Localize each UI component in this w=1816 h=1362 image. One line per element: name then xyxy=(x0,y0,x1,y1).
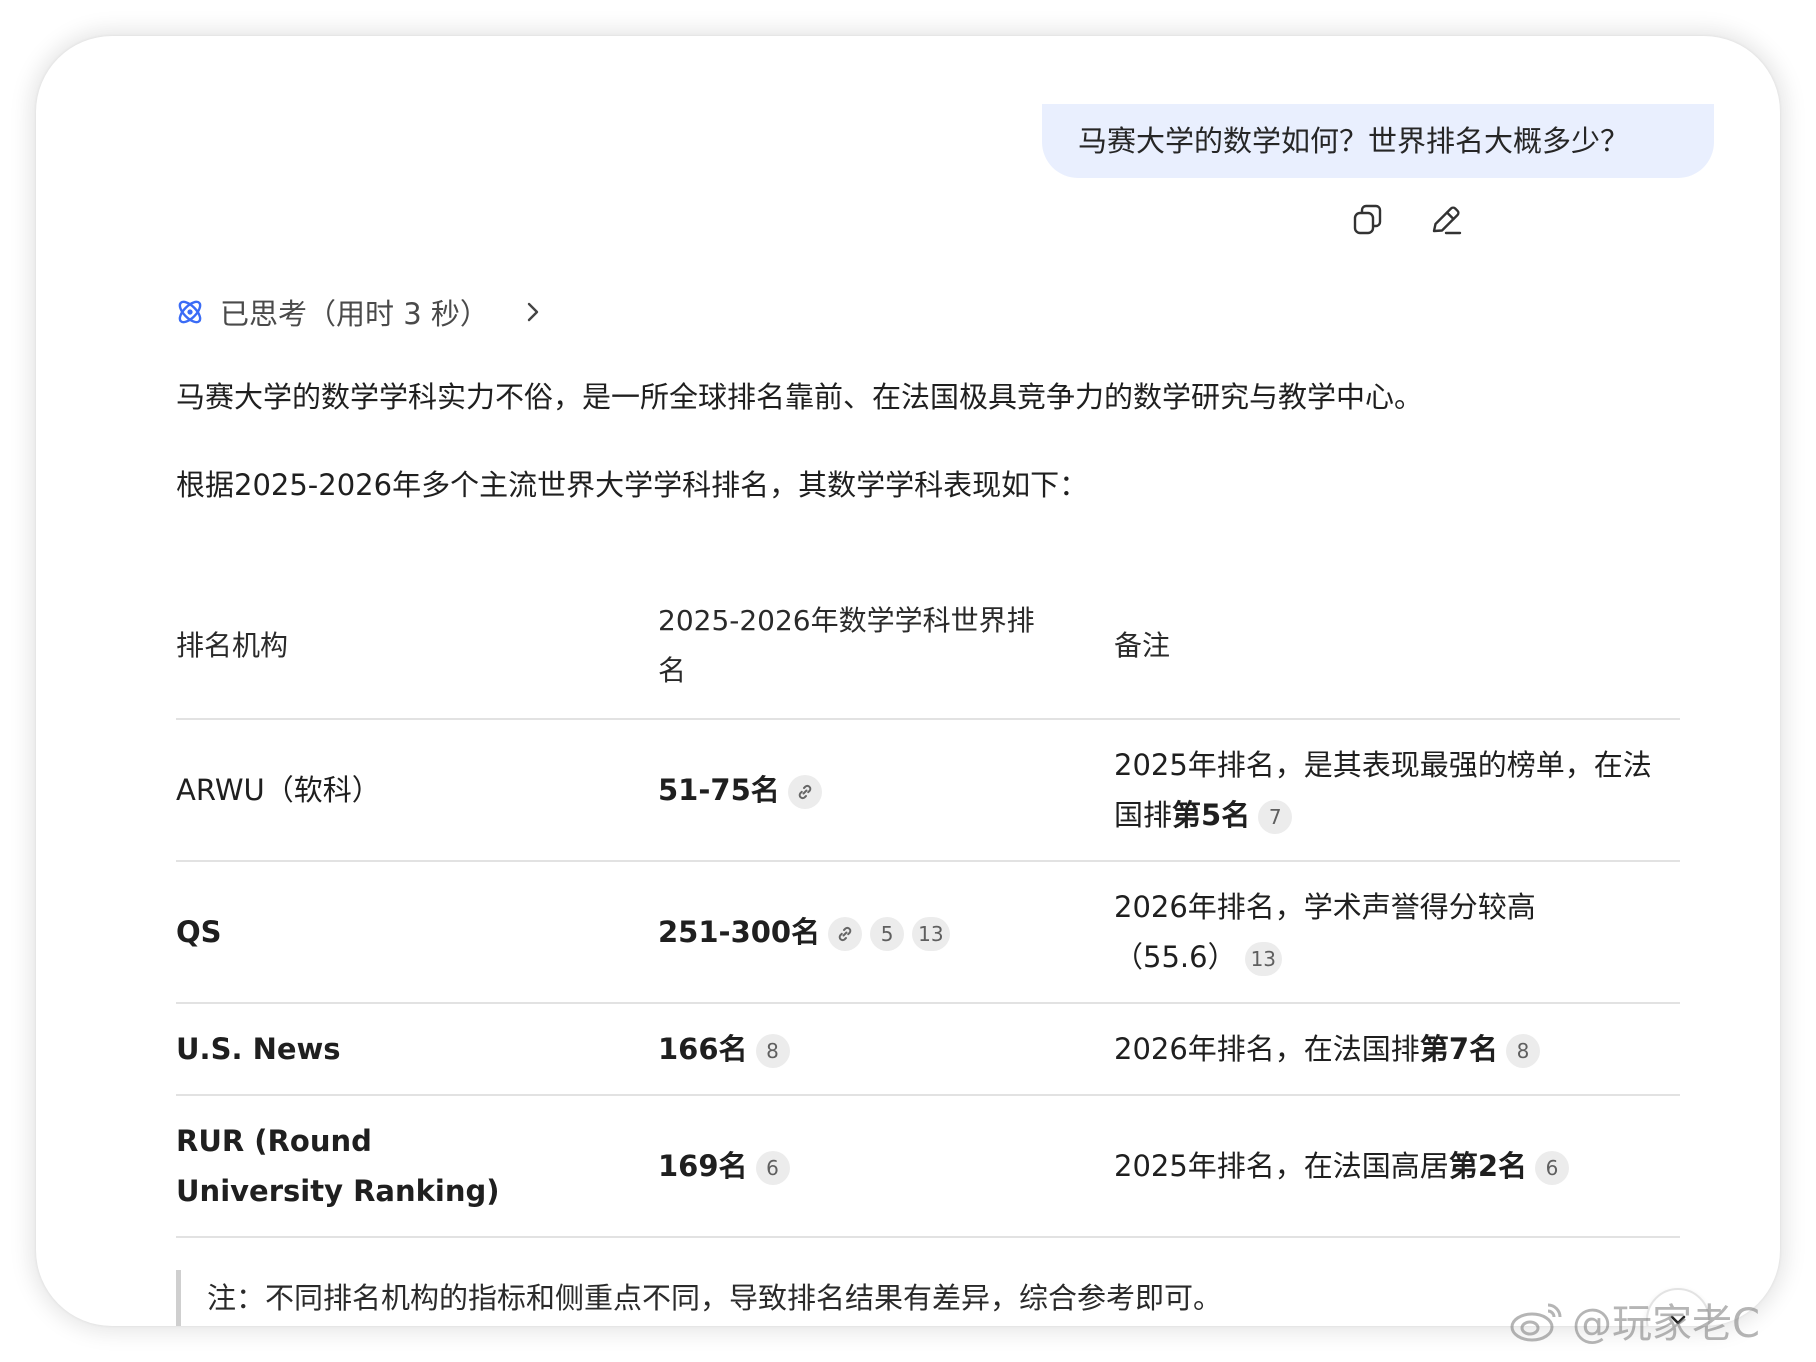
note-cell: 2026年排名，学术声誉得分较高（55.6） 13 xyxy=(1114,862,1554,1002)
chevron-right-icon xyxy=(523,299,543,325)
org-name: QS xyxy=(176,915,222,949)
rank-value: 166名 xyxy=(658,1032,748,1066)
rank-cell: 251-300名 5 13 xyxy=(658,862,1058,1002)
rank-value: 51-75名 xyxy=(658,773,780,807)
copy-icon[interactable] xyxy=(1348,200,1388,240)
citation-badge[interactable]: 5 xyxy=(870,917,905,951)
watermark-text: @玩家老C xyxy=(1572,1301,1760,1347)
intro-paragraph: 马赛大学的数学学科实力不俗，是一所全球排名靠前、在法国极具竞争力的数学研究与教学… xyxy=(176,380,1424,414)
rank-value: 169名 xyxy=(658,1149,748,1183)
thinking-label: 已思考（用时 3 秒） xyxy=(220,297,489,331)
table-row: ARWU（软科） 51-75名 2025年排名，是其表现最强的榜单，在法国排第5… xyxy=(176,720,1680,862)
thinking-toggle[interactable]: 已思考（用时 3 秒） xyxy=(174,290,543,334)
note-text: 2026年排名，在法国排 xyxy=(1114,1032,1420,1066)
note-text: 2025年排名，在法国高居 xyxy=(1114,1149,1449,1183)
note-cell: 2025年排名，是其表现最强的榜单，在法国排第5名 7 xyxy=(1114,720,1680,860)
rank-value: 251-300名 xyxy=(658,915,821,949)
citation-badge[interactable]: 13 xyxy=(912,917,950,951)
org-cell: QS xyxy=(176,862,616,1002)
lead-paragraph: 根据2025-2026年多个主流世界大学学科排名，其数学学科表现如下： xyxy=(176,468,1089,502)
citation-badge[interactable]: 6 xyxy=(1535,1151,1569,1185)
user-message-bubble: 马赛大学的数学如何？世界排名大概多少？ xyxy=(1042,104,1714,178)
link-icon[interactable] xyxy=(787,775,822,809)
footnote-quote: 注：不同排名机构的指标和侧重点不同，导致排名结果有差异，综合参考即可。 xyxy=(176,1270,1516,1326)
note-bold: 第5名 xyxy=(1172,798,1251,832)
table-row: QS 251-300名 5 13 2026年排名，学术声誉得分较高（55.6） 13 xyxy=(176,862,1680,1004)
note-text: 2026年排名，学术声誉得分较高（55.6） xyxy=(1114,890,1536,974)
citation-badge[interactable]: 13 xyxy=(1244,942,1283,976)
citation-badge[interactable]: 7 xyxy=(1258,800,1293,834)
watermark: @玩家老C xyxy=(1508,1290,1760,1350)
org-cell: U.S. News xyxy=(176,1004,616,1094)
table-header-row: 排名机构 2025-2026年数学学科世界排名 备注 xyxy=(176,574,1680,720)
note-bold: 第2名 xyxy=(1448,1149,1527,1183)
header-org: 排名机构 xyxy=(176,629,289,662)
note-cell: 2025年排名，在法国高居第2名 6 xyxy=(1114,1096,1680,1236)
table-row: RUR (Round University Ranking) 169名 6 202… xyxy=(176,1096,1680,1238)
citation-badge[interactable]: 6 xyxy=(755,1151,790,1185)
rank-cell: 51-75名 xyxy=(658,720,1058,860)
org-name: RUR (Round University Ranking) xyxy=(176,1124,500,1208)
ranking-table: 排名机构 2025-2026年数学学科世界排名 备注 ARWU（软科） 51-7… xyxy=(176,574,1680,1238)
citation-badge[interactable]: 8 xyxy=(1506,1034,1540,1068)
chat-card: 马赛大学的数学如何？世界排名大概多少？ 已思考（用时 3 秒） 马赛大学的数学学… xyxy=(36,36,1780,1326)
note-cell: 2026年排名，在法国排第7名 8 xyxy=(1114,1004,1680,1094)
rank-cell: 169名 6 xyxy=(658,1096,1058,1236)
org-cell: RUR (Round University Ranking) xyxy=(176,1096,536,1236)
edit-icon[interactable] xyxy=(1426,200,1466,240)
rank-cell: 166名 8 xyxy=(658,1004,1058,1094)
atom-icon xyxy=(174,296,206,328)
link-icon[interactable] xyxy=(828,917,863,951)
header-rank: 2025-2026年数学学科世界排名 xyxy=(658,604,1035,687)
table-row: U.S. News 166名 8 2026年排名，在法国排第7名 8 xyxy=(176,1004,1680,1096)
org-cell: ARWU（软科） xyxy=(176,773,381,807)
header-note: 备注 xyxy=(1114,629,1171,662)
org-name: U.S. News xyxy=(176,1032,341,1066)
weibo-icon xyxy=(1508,1297,1566,1343)
note-bold: 第7名 xyxy=(1419,1032,1498,1066)
citation-badge[interactable]: 8 xyxy=(755,1034,790,1068)
